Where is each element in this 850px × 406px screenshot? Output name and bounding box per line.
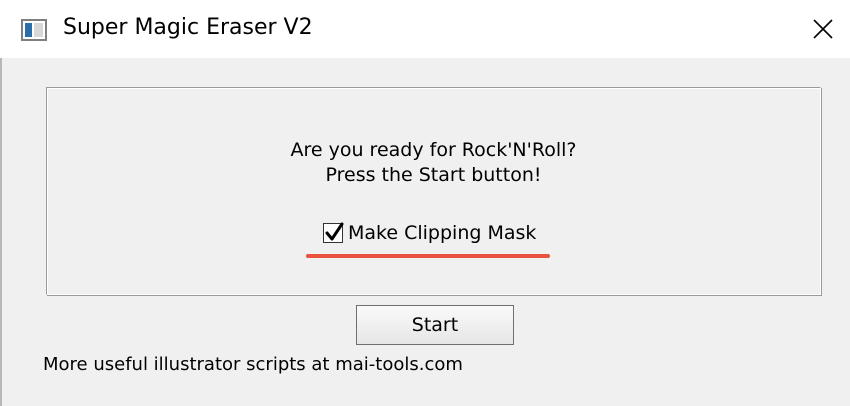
close-button[interactable] [800, 8, 846, 50]
title-bar: Super Magic Eraser V2 [0, 0, 850, 58]
clipping-mask-checkbox[interactable] [323, 222, 344, 243]
clipping-mask-option[interactable]: Make Clipping Mask [323, 220, 563, 248]
window-border [0, 58, 2, 406]
clipping-mask-label[interactable]: Make Clipping Mask [348, 220, 536, 246]
close-icon [813, 19, 833, 39]
checkmark-icon [325, 222, 344, 241]
start-button[interactable]: Start [356, 305, 514, 345]
dialog-window: Super Magic Eraser V2 Are you ready for … [0, 0, 850, 406]
window-title: Super Magic Eraser V2 [63, 15, 313, 40]
message-line-1: Are you ready for Rock'N'Roll? [290, 139, 577, 161]
highlight-underline [306, 254, 550, 258]
message-line-2: Press the Start button! [325, 164, 542, 186]
message-panel: Are you ready for Rock'N'Roll? Press the… [46, 87, 821, 295]
app-window-icon [21, 19, 47, 41]
footer-text: More useful illustrator scripts at mai-t… [43, 354, 463, 375]
